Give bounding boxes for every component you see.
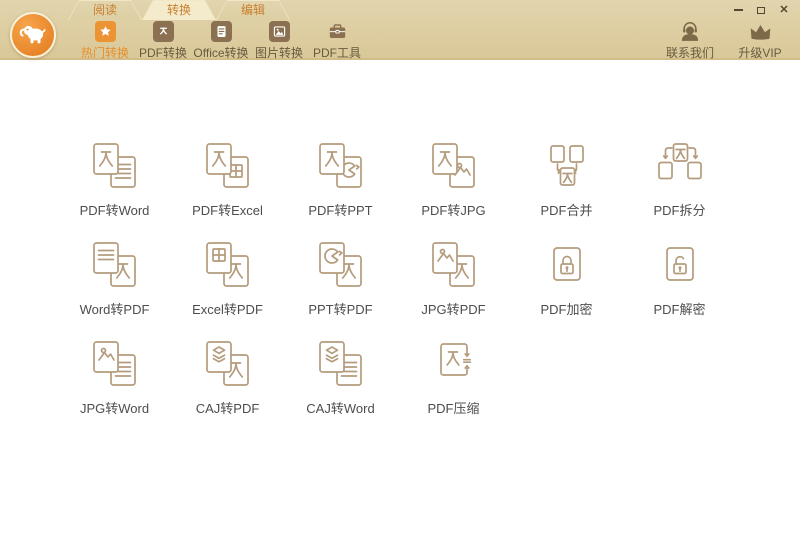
pdf-to-ppt-icon (313, 138, 369, 194)
tool-label: Word转PDF (79, 302, 150, 317)
toolbar-item-pdf-tools[interactable]: PDF工具 (308, 21, 366, 61)
tool-label: PDF解密 (653, 302, 706, 317)
upgrade-vip-label: 升级VIP (738, 46, 782, 60)
tab-convert[interactable]: 转换 (142, 0, 216, 20)
tool-label: Excel转PDF (192, 302, 263, 317)
tool-pdf-to-ppt[interactable]: PDF转PPT (284, 138, 397, 219)
excel-to-pdf-icon (200, 237, 256, 293)
toolbar-item-label: 热门转换 (80, 46, 129, 60)
toolbar-item-pdf-convert[interactable]: PDF转换 (134, 21, 192, 61)
tool-pdf-encrypt[interactable]: PDF加密 (510, 237, 623, 318)
tab-bar: 阅读 转换 编辑 (68, 0, 290, 20)
toolbar-item-label: Office转换 (193, 46, 249, 60)
toolbox-icon (327, 21, 348, 42)
pdf-split-icon (652, 138, 708, 194)
tool-jpg-to-word[interactable]: JPG转Word (58, 336, 171, 417)
ppt-to-pdf-icon (313, 237, 369, 293)
caj-to-word-icon (313, 336, 369, 392)
pdf-to-excel-icon (200, 138, 256, 194)
pdf-merge-icon (539, 138, 595, 194)
jpg-to-pdf-icon (426, 237, 482, 293)
contact-us-label: 联系我们 (665, 46, 714, 60)
unlock-icon (652, 237, 708, 293)
tool-pdf-decrypt[interactable]: PDF解密 (623, 237, 736, 318)
tool-pdf-to-excel[interactable]: PDF转Excel (171, 138, 284, 219)
upgrade-vip-button[interactable]: 升级VIP (734, 21, 786, 61)
tool-label: CAJ转Word (306, 401, 375, 416)
window-controls: ✕ (732, 4, 790, 16)
contact-us-button[interactable]: 联系我们 (664, 21, 716, 61)
toolbar-item-hot-convert[interactable]: 热门转换 (76, 21, 134, 61)
tool-label: JPG转Word (79, 401, 150, 416)
elephant-mascot-icon (16, 17, 50, 54)
toolbar-item-office-convert[interactable]: Office转换 (192, 21, 250, 61)
tool-label: PDF转Excel (192, 203, 263, 218)
image-icon (268, 21, 290, 42)
caj-to-pdf-icon (200, 336, 256, 392)
tab-edit[interactable]: 编辑 (216, 0, 290, 20)
tab-label: 编辑 (240, 3, 265, 17)
tool-pdf-split[interactable]: PDF拆分 (623, 138, 736, 219)
tab-read[interactable]: 阅读 (68, 0, 142, 20)
tool-label: PDF压缩 (427, 401, 480, 416)
maximize-button[interactable] (755, 4, 767, 16)
toolbar-item-label: PDF工具 (312, 46, 361, 60)
tab-label: 阅读 (92, 3, 117, 17)
tool-jpg-to-pdf[interactable]: JPG转PDF (397, 237, 510, 318)
tool-label: CAJ转PDF (195, 401, 260, 416)
tool-label: PDF转JPG (421, 203, 486, 218)
doc-icon (210, 21, 232, 42)
toolbar: 热门转换 PDF转换 Office转换 图片转换 PDF工具 (76, 21, 366, 61)
tool-pdf-compress[interactable]: PDF压缩 (397, 336, 510, 417)
jpg-to-word-icon (87, 336, 143, 392)
tool-label: PDF拆分 (653, 203, 706, 218)
tool-grid: PDF转Word PDF转Excel PDF转PPT PDF转JPG PDF合并… (58, 138, 736, 417)
lock-icon (539, 237, 595, 293)
tool-pdf-to-jpg[interactable]: PDF转JPG (397, 138, 510, 219)
tool-caj-to-word[interactable]: CAJ转Word (284, 336, 397, 417)
header-bar: 阅读 转换 编辑 热门转换 PDF转换 Office转换 图片转换 PDF工具 … (0, 0, 800, 60)
pdf-to-jpg-icon (426, 138, 482, 194)
header-right-actions: 联系我们 升级VIP (664, 21, 786, 61)
app-logo[interactable] (10, 12, 56, 58)
tool-label: JPG转PDF (421, 302, 486, 317)
app-window: 阅读 转换 编辑 热门转换 PDF转换 Office转换 图片转换 PDF工具 … (0, 0, 800, 533)
tool-label: PDF加密 (540, 302, 593, 317)
tool-label: PDF转PPT (308, 203, 373, 218)
tab-label: 转换 (166, 3, 191, 17)
tool-label: PPT转PDF (308, 302, 373, 317)
pdf-compress-icon (426, 336, 482, 392)
toolbar-item-label: PDF转换 (138, 46, 187, 60)
minimize-button[interactable] (732, 4, 744, 16)
star-icon (94, 21, 116, 42)
word-to-pdf-icon (87, 237, 143, 293)
pdf-to-word-icon (87, 138, 143, 194)
toolbar-item-label: 图片转换 (254, 46, 303, 60)
close-button[interactable]: ✕ (778, 4, 790, 16)
tool-excel-to-pdf[interactable]: Excel转PDF (171, 237, 284, 318)
tool-pdf-to-word[interactable]: PDF转Word (58, 138, 171, 219)
tool-pdf-merge[interactable]: PDF合并 (510, 138, 623, 219)
toolbar-item-image-convert[interactable]: 图片转换 (250, 21, 308, 61)
crown-icon (747, 21, 774, 43)
tool-label: PDF合并 (540, 203, 593, 218)
headset-icon (677, 21, 703, 43)
tool-ppt-to-pdf[interactable]: PPT转PDF (284, 237, 397, 318)
tool-label: PDF转Word (79, 203, 150, 218)
tool-word-to-pdf[interactable]: Word转PDF (58, 237, 171, 318)
pdf-icon (152, 21, 174, 42)
tool-caj-to-pdf[interactable]: CAJ转PDF (171, 336, 284, 417)
